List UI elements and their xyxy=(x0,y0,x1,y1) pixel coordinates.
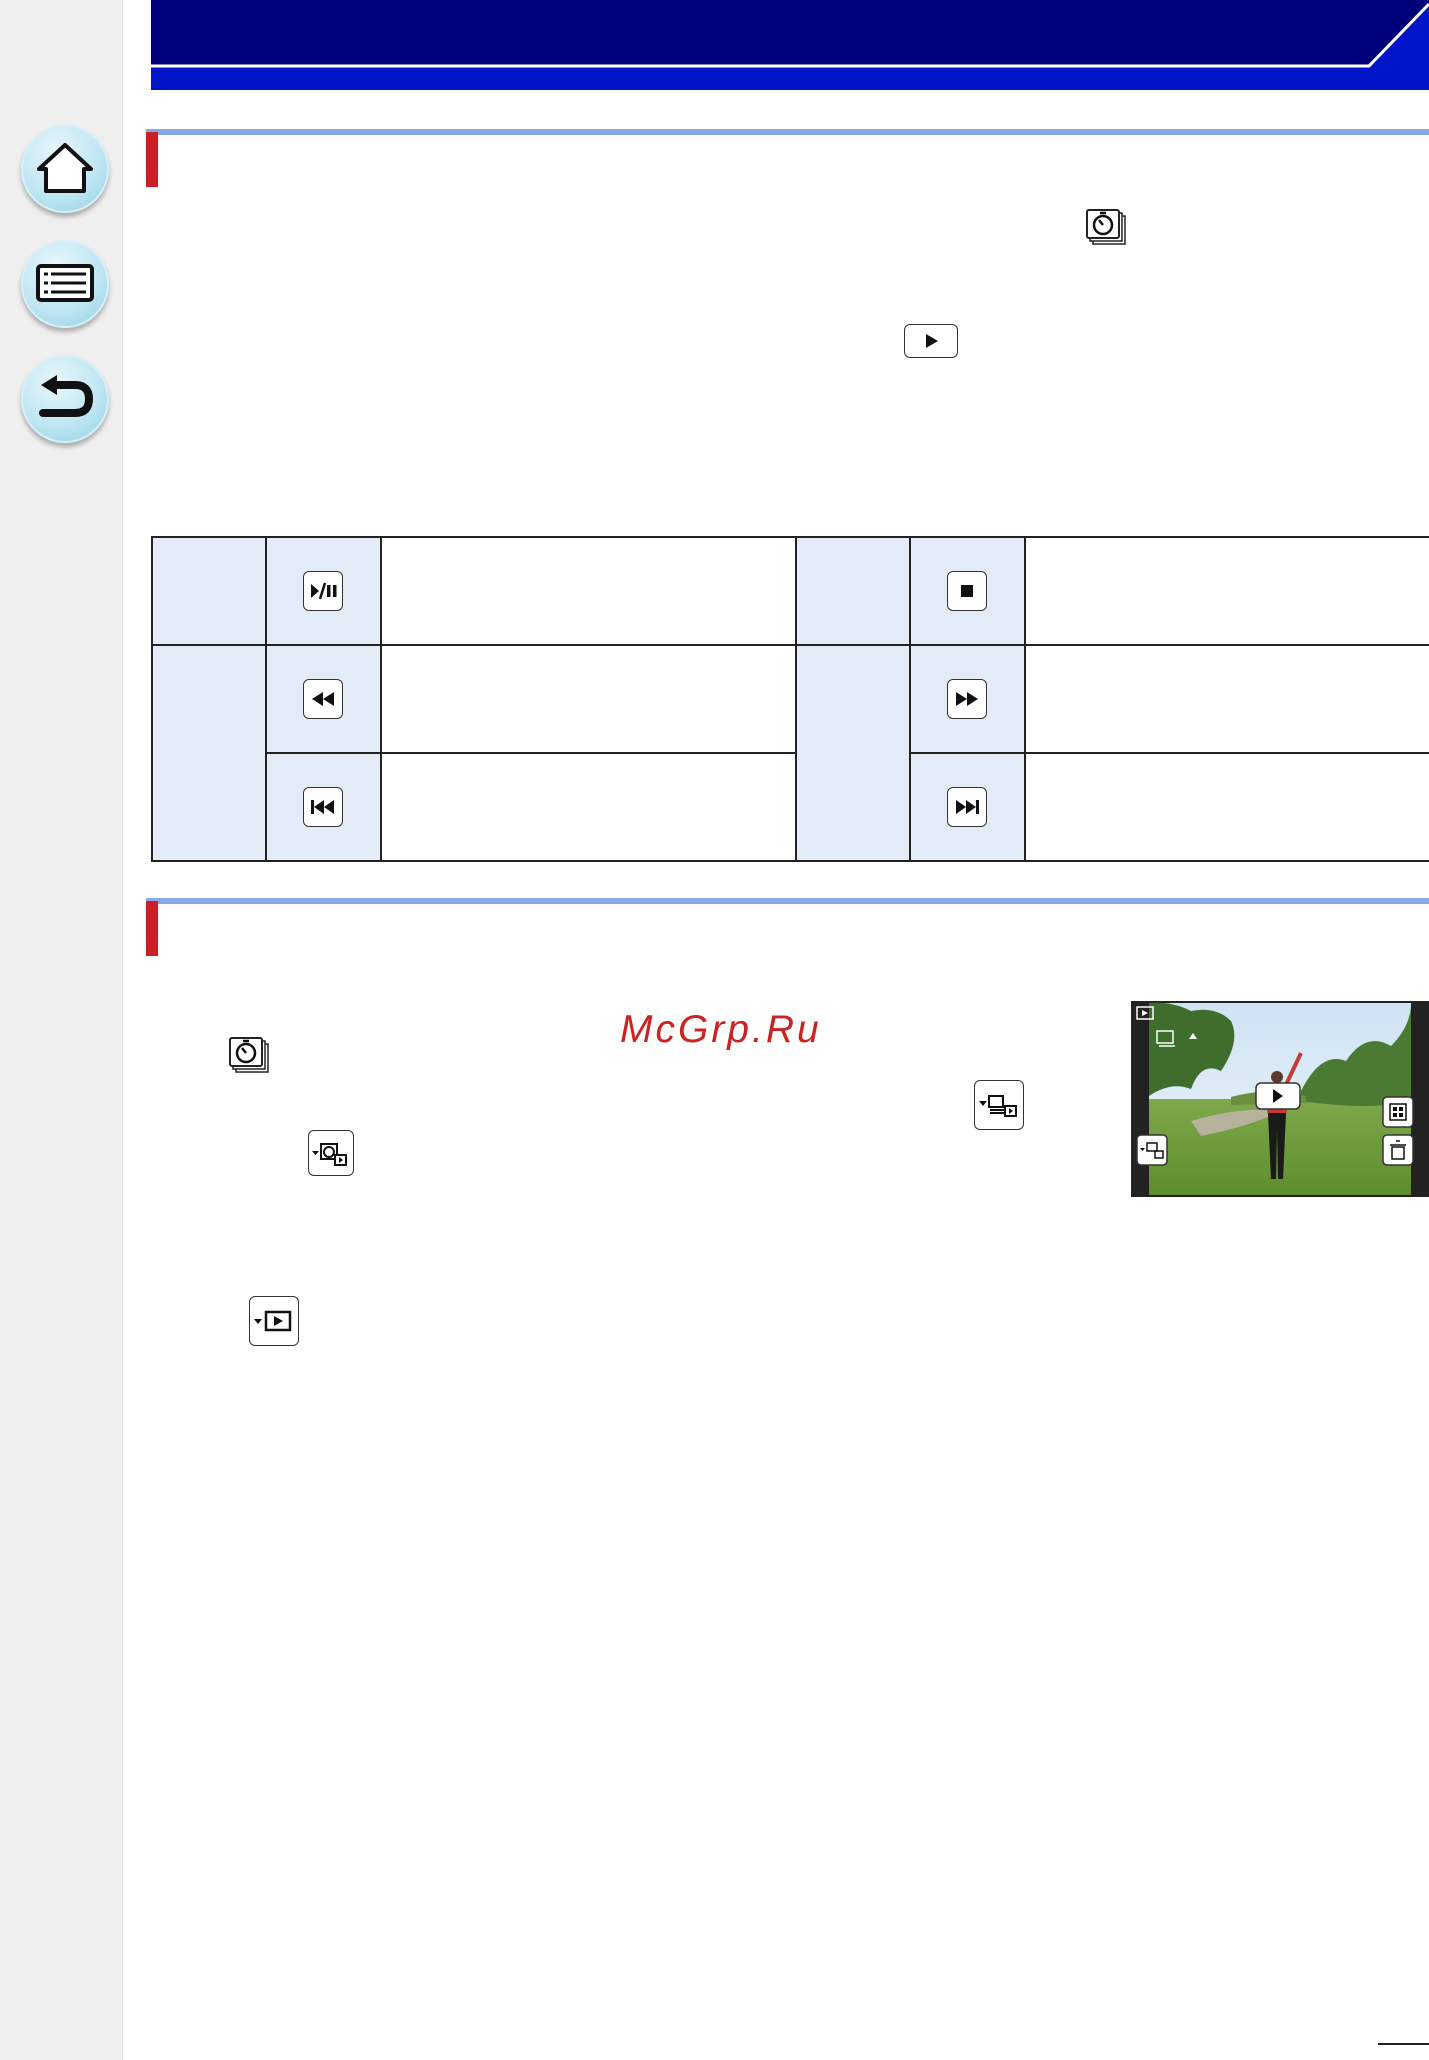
table-label-cell xyxy=(150,536,268,646)
table-label-cell xyxy=(794,536,912,646)
stop-icon xyxy=(947,571,988,611)
section-marker xyxy=(146,901,158,956)
section-divider xyxy=(146,129,1429,135)
skip-forward-icon xyxy=(947,787,988,827)
play-pause-icon xyxy=(303,571,344,611)
timer-burst-playback-icon xyxy=(308,1130,354,1176)
table-icon-cell xyxy=(909,644,1026,754)
table-icon-cell xyxy=(909,752,1026,862)
section-divider xyxy=(146,898,1429,904)
table-icon-cell xyxy=(909,536,1026,646)
table-text-cell xyxy=(1023,536,1429,646)
table-text-cell xyxy=(1023,644,1429,754)
section-marker xyxy=(146,132,158,187)
table-icon-cell xyxy=(265,536,382,646)
table-text-cell xyxy=(379,536,797,646)
single-playback-button-icon xyxy=(249,1296,299,1346)
rewind-icon xyxy=(303,679,344,719)
burst-playback-button-icon xyxy=(974,1080,1024,1130)
burst-timer-icon xyxy=(1086,209,1126,245)
watermark: McGrp.Ru xyxy=(620,1008,822,1051)
list-icon xyxy=(36,264,94,302)
playback-controls-table xyxy=(150,536,1429,862)
table-text-cell xyxy=(379,644,797,754)
table-text-cell xyxy=(379,752,797,862)
back-button[interactable] xyxy=(21,355,109,443)
table-text-cell xyxy=(1023,752,1429,862)
skip-back-icon xyxy=(303,787,344,827)
table-label-cell xyxy=(150,644,268,862)
table-label-cell xyxy=(794,644,912,862)
page-number-rule xyxy=(1378,2043,1429,2045)
back-arrow-icon xyxy=(39,375,94,417)
table-row xyxy=(150,644,1429,862)
table-icon-cell xyxy=(265,644,382,754)
sidebar xyxy=(0,0,123,2060)
table-icon-cell xyxy=(265,752,382,862)
home-button[interactable] xyxy=(21,125,109,213)
table-row xyxy=(150,536,1429,646)
burst-timer-icon xyxy=(229,1037,269,1073)
fast-forward-icon xyxy=(947,679,988,719)
contents-button[interactable] xyxy=(21,240,109,328)
table-row xyxy=(152,752,1429,862)
home-icon xyxy=(37,143,93,193)
play-button-icon xyxy=(904,324,958,358)
header-banner xyxy=(151,0,1429,90)
camera-screen-image xyxy=(1131,1001,1429,1197)
